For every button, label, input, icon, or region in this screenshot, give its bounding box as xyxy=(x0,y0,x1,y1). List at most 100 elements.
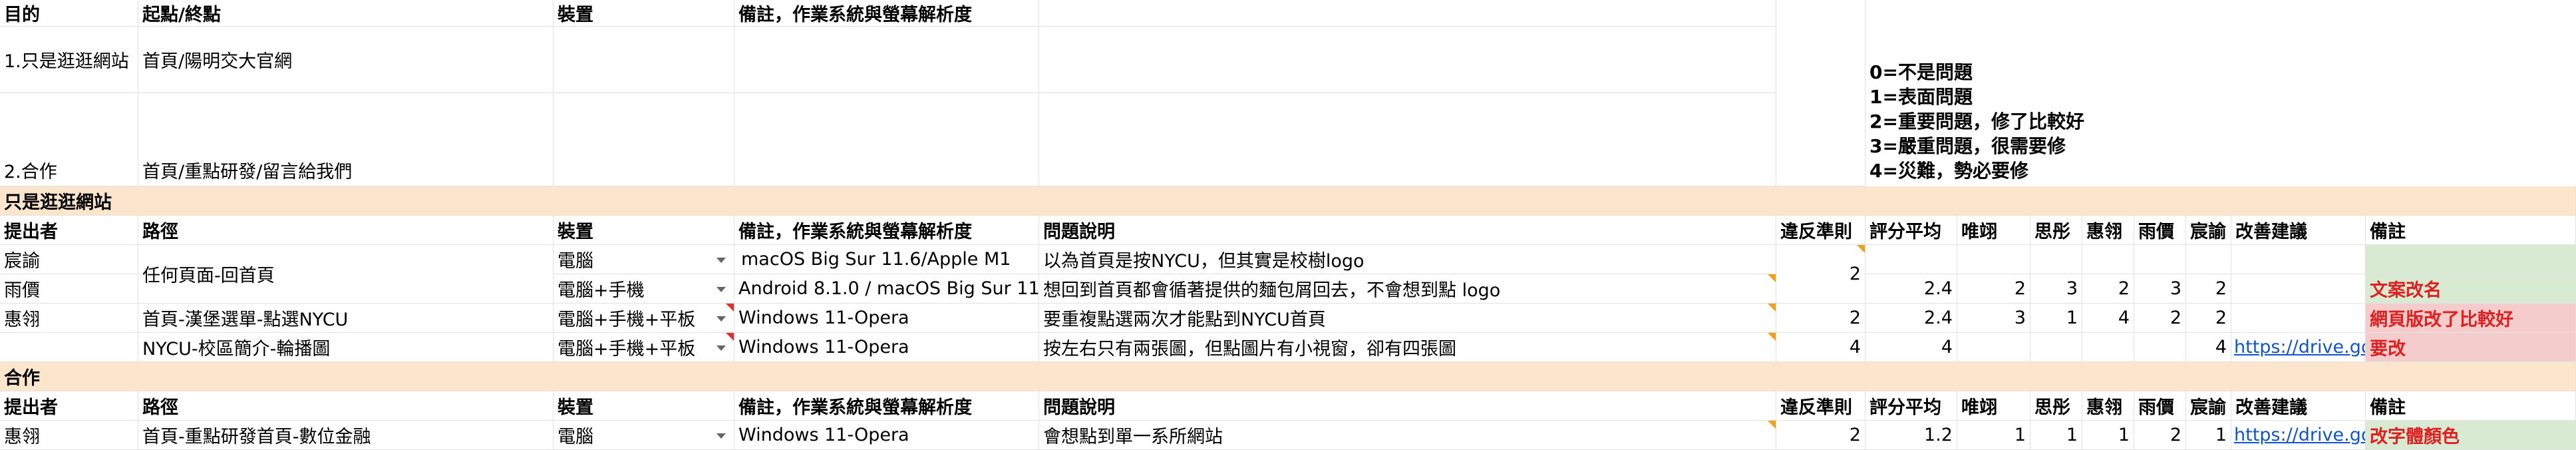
col-path[interactable]: 路徑 xyxy=(138,391,554,421)
empty-cell[interactable] xyxy=(1865,245,1957,274)
col-path[interactable]: 路徑 xyxy=(138,216,554,245)
col-rater-2[interactable]: 思彤 xyxy=(2030,216,2082,245)
comment-marker-icon[interactable] xyxy=(1768,304,1776,312)
col-rule[interactable]: 違反準則 xyxy=(1776,391,1865,421)
cell-rater-5[interactable]: 1 xyxy=(2186,421,2231,450)
cell-avg[interactable]: 1.2 xyxy=(1865,421,1957,450)
col-rater-4[interactable]: 雨價 xyxy=(2134,391,2186,421)
col-rater-4[interactable]: 雨價 xyxy=(2134,216,2186,245)
cell-remark[interactable]: 改字體顏色 xyxy=(2366,421,2576,450)
col-rater-3[interactable]: 惠翎 xyxy=(2082,216,2134,245)
cell-problem[interactable]: 以為首頁是按NYCU，但其實是校樹logo xyxy=(1039,245,1776,274)
comment-marker-icon[interactable] xyxy=(1768,333,1776,341)
empty-cell[interactable] xyxy=(734,93,1039,186)
cell-path[interactable]: 首頁-重點研發首頁-數位金融 xyxy=(138,421,554,450)
col-device[interactable]: 裝置 xyxy=(554,216,734,245)
cell-rater-3[interactable]: 4 xyxy=(2082,304,2134,333)
col-problem[interactable]: 問題說明 xyxy=(1039,216,1776,245)
cell-rater-1[interactable]: 3 xyxy=(1957,304,2030,333)
cell-notes[interactable]: Windows 11-Opera xyxy=(734,304,1039,333)
header-notes[interactable]: 備註，作業系統與螢幕解析度 xyxy=(734,0,1039,27)
section-browse-header[interactable]: 只是逛逛網站 xyxy=(0,186,2576,216)
col-problem[interactable]: 問題說明 xyxy=(1039,391,1776,421)
cell-path[interactable]: 首頁-漢堡選單-點選NYCU xyxy=(138,304,554,333)
cell-rule-merged[interactable]: 2 xyxy=(1776,245,1865,304)
cell-rater-5[interactable]: 2 xyxy=(2186,274,2231,304)
cell-reporter[interactable]: 惠翎 xyxy=(0,304,138,333)
cell-rater-3[interactable]: 2 xyxy=(2082,274,2134,304)
cell-reporter[interactable] xyxy=(0,333,138,362)
cell-avg[interactable]: 2.4 xyxy=(1865,304,1957,333)
cell-rule[interactable]: 2 xyxy=(1776,304,1865,333)
cell-avg[interactable]: 2.4 xyxy=(1865,274,1957,304)
comment-marker-icon[interactable] xyxy=(1857,245,1865,253)
cell-problem[interactable]: 要重複點選兩次才能點到NYCU首頁 xyxy=(1039,304,1776,333)
empty-cell[interactable] xyxy=(1039,27,1776,93)
cell-rule[interactable]: 4 xyxy=(1776,333,1865,362)
header-device[interactable]: 裝置 xyxy=(554,0,734,27)
empty-cell[interactable] xyxy=(1957,333,2030,362)
cell-device-dropdown[interactable]: 電腦+手機+平板 xyxy=(554,333,734,362)
cell-rater-3[interactable]: 1 xyxy=(2082,421,2134,450)
purpose-1[interactable]: 1.只是逛逛網站 xyxy=(0,27,138,93)
dropdown-arrow-icon[interactable] xyxy=(717,316,726,322)
dropdown-arrow-icon[interactable] xyxy=(717,257,726,263)
cell-rater-2[interactable]: 1 xyxy=(2030,304,2082,333)
cell-path[interactable]: NYCU-校區簡介-輪播圖 xyxy=(138,333,554,362)
cell-problem[interactable]: 會想點到單一系所網站 xyxy=(1039,421,1776,450)
empty-cell[interactable] xyxy=(1957,245,2030,274)
cell-notes[interactable]: macOS Big Sur 11.6/Apple M1 xyxy=(734,245,1039,274)
col-notes[interactable]: 備註，作業系統與螢幕解析度 xyxy=(734,391,1039,421)
col-rater-1[interactable]: 唯翊 xyxy=(1957,391,2030,421)
cell-problem[interactable]: 按左右只有兩張圖，但點圖片有小視窗，卻有四張圖 xyxy=(1039,333,1776,362)
col-rater-1[interactable]: 唯翊 xyxy=(1957,216,2030,245)
col-reporter[interactable]: 提出者 xyxy=(0,391,138,421)
cell-reporter[interactable]: 雨價 xyxy=(0,274,138,304)
purpose-2[interactable]: 2.合作 xyxy=(0,93,138,186)
route-2[interactable]: 首頁/重點研發/留言給我們 xyxy=(138,93,554,186)
cell-device-dropdown[interactable]: 電腦+手機+平板 xyxy=(554,304,734,333)
cell-device-dropdown[interactable]: 電腦+手機 xyxy=(554,274,734,304)
empty-cell[interactable] xyxy=(2231,304,2366,333)
col-avg[interactable]: 評分平均 xyxy=(1865,391,1957,421)
cell-reporter[interactable]: 惠翎 xyxy=(0,421,138,450)
empty-cell[interactable] xyxy=(554,93,734,186)
cell-rater-5[interactable]: 4 xyxy=(2186,333,2231,362)
cell-reporter[interactable]: 宸諭 xyxy=(0,245,138,274)
empty-cell[interactable] xyxy=(2030,245,2082,274)
cell-device-dropdown[interactable]: 電腦 xyxy=(554,245,734,274)
cell-rater-1[interactable]: 1 xyxy=(1957,421,2030,450)
empty-cell[interactable] xyxy=(734,27,1039,93)
col-suggest[interactable]: 改善建議 xyxy=(2231,216,2366,245)
empty-cell[interactable] xyxy=(2186,245,2231,274)
cell-notes[interactable]: Windows 11-Opera xyxy=(734,421,1039,450)
empty-cell[interactable] xyxy=(2082,245,2134,274)
empty-cell[interactable] xyxy=(554,27,734,93)
col-rater-3[interactable]: 惠翎 xyxy=(2082,391,2134,421)
cell-device-dropdown[interactable]: 電腦 xyxy=(554,421,734,450)
cell-remark[interactable]: 要改 xyxy=(2366,333,2576,362)
dropdown-arrow-icon[interactable] xyxy=(717,286,726,292)
validation-warning-icon[interactable] xyxy=(726,333,734,341)
col-remark[interactable]: 備註 xyxy=(2366,216,2576,245)
cell-rater-2[interactable]: 1 xyxy=(2030,421,2082,450)
empty-cell[interactable] xyxy=(2082,333,2134,362)
empty-cell[interactable] xyxy=(2134,333,2186,362)
header-purpose[interactable]: 目的 xyxy=(0,0,138,27)
col-avg[interactable]: 評分平均 xyxy=(1865,216,1957,245)
col-rater-5[interactable]: 宸諭 xyxy=(2186,391,2231,421)
col-rater-5[interactable]: 宸諭 xyxy=(2186,216,2231,245)
empty-cell[interactable] xyxy=(2231,245,2366,274)
cell-path-merged[interactable]: 任何頁面-回首頁 xyxy=(138,245,554,304)
col-suggest[interactable]: 改善建議 xyxy=(2231,391,2366,421)
cell-remark[interactable] xyxy=(2366,245,2576,274)
cell-rater-2[interactable]: 3 xyxy=(2030,274,2082,304)
cell-notes[interactable]: Windows 11-Opera xyxy=(734,333,1039,362)
cell-rule[interactable]: 2 xyxy=(1776,421,1865,450)
col-rule[interactable]: 違反準則 xyxy=(1776,216,1865,245)
empty-cell[interactable] xyxy=(1776,0,1865,186)
empty-cell[interactable] xyxy=(2030,333,2082,362)
cell-rater-4[interactable]: 2 xyxy=(2134,304,2186,333)
col-notes[interactable]: 備註，作業系統與螢幕解析度 xyxy=(734,216,1039,245)
dropdown-arrow-icon[interactable] xyxy=(717,433,726,439)
